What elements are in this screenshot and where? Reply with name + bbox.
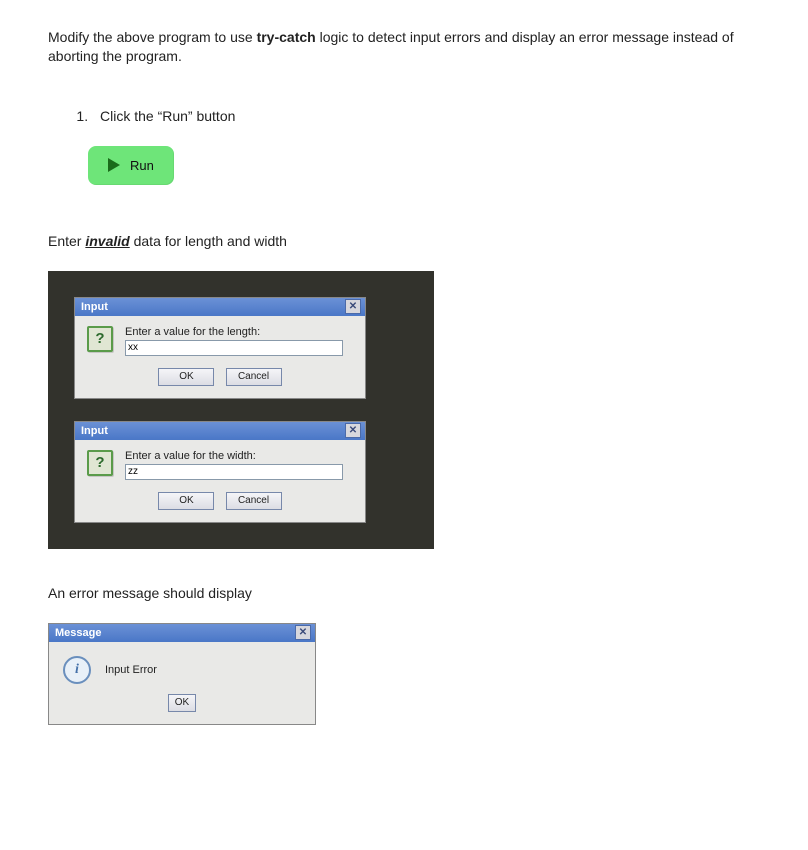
- input-dialog-width: Input ✕ ? Enter a value for the width: O…: [74, 421, 366, 523]
- cancel-button[interactable]: Cancel: [226, 368, 282, 386]
- titlebar: Input ✕: [75, 422, 365, 440]
- enter-invalid-text: Enter invalid data for length and width: [48, 233, 760, 249]
- terminal-frame-inputs: Input ✕ ? Enter a value for the length: …: [48, 271, 434, 549]
- titlebar: Message ✕: [49, 624, 315, 642]
- question-icon: ?: [87, 326, 113, 352]
- run-button[interactable]: Run: [88, 146, 174, 185]
- error-intro-text: An error message should display: [48, 585, 760, 601]
- info-icon: i: [63, 656, 91, 684]
- close-icon[interactable]: ✕: [295, 625, 311, 640]
- length-input[interactable]: [125, 340, 343, 356]
- close-icon[interactable]: ✕: [345, 299, 361, 314]
- titlebar: Input ✕: [75, 298, 365, 316]
- step-1: Click the “Run” button: [92, 108, 760, 124]
- width-input[interactable]: [125, 464, 343, 480]
- run-button-label: Run: [130, 158, 154, 173]
- dialog-title: Input: [81, 422, 108, 440]
- enter-invalid-post: data for length and width: [130, 233, 287, 249]
- steps-list: Click the “Run” button: [48, 108, 760, 124]
- terminal-frame-message: Message ✕ i Input Error OK: [48, 623, 316, 725]
- input-dialog-length: Input ✕ ? Enter a value for the length: …: [74, 297, 366, 399]
- enter-invalid-em: invalid: [85, 233, 129, 249]
- ok-button[interactable]: OK: [158, 368, 214, 386]
- prompt-label: Enter a value for the length:: [125, 326, 353, 338]
- play-icon: [108, 158, 120, 172]
- question-icon: ?: [87, 450, 113, 476]
- cancel-button[interactable]: Cancel: [226, 492, 282, 510]
- dialog-title: Message: [55, 624, 101, 642]
- enter-invalid-pre: Enter: [48, 233, 85, 249]
- intro-bold: try-catch: [257, 29, 316, 45]
- intro-pre: Modify the above program to use: [48, 29, 257, 45]
- ok-button[interactable]: OK: [168, 694, 196, 712]
- message-dialog: Message ✕ i Input Error OK: [48, 623, 316, 725]
- ok-button[interactable]: OK: [158, 492, 214, 510]
- close-icon[interactable]: ✕: [345, 423, 361, 438]
- prompt-label: Enter a value for the width:: [125, 450, 353, 462]
- message-text: Input Error: [105, 664, 157, 676]
- intro-paragraph: Modify the above program to use try-catc…: [48, 28, 760, 66]
- dialog-title: Input: [81, 298, 108, 316]
